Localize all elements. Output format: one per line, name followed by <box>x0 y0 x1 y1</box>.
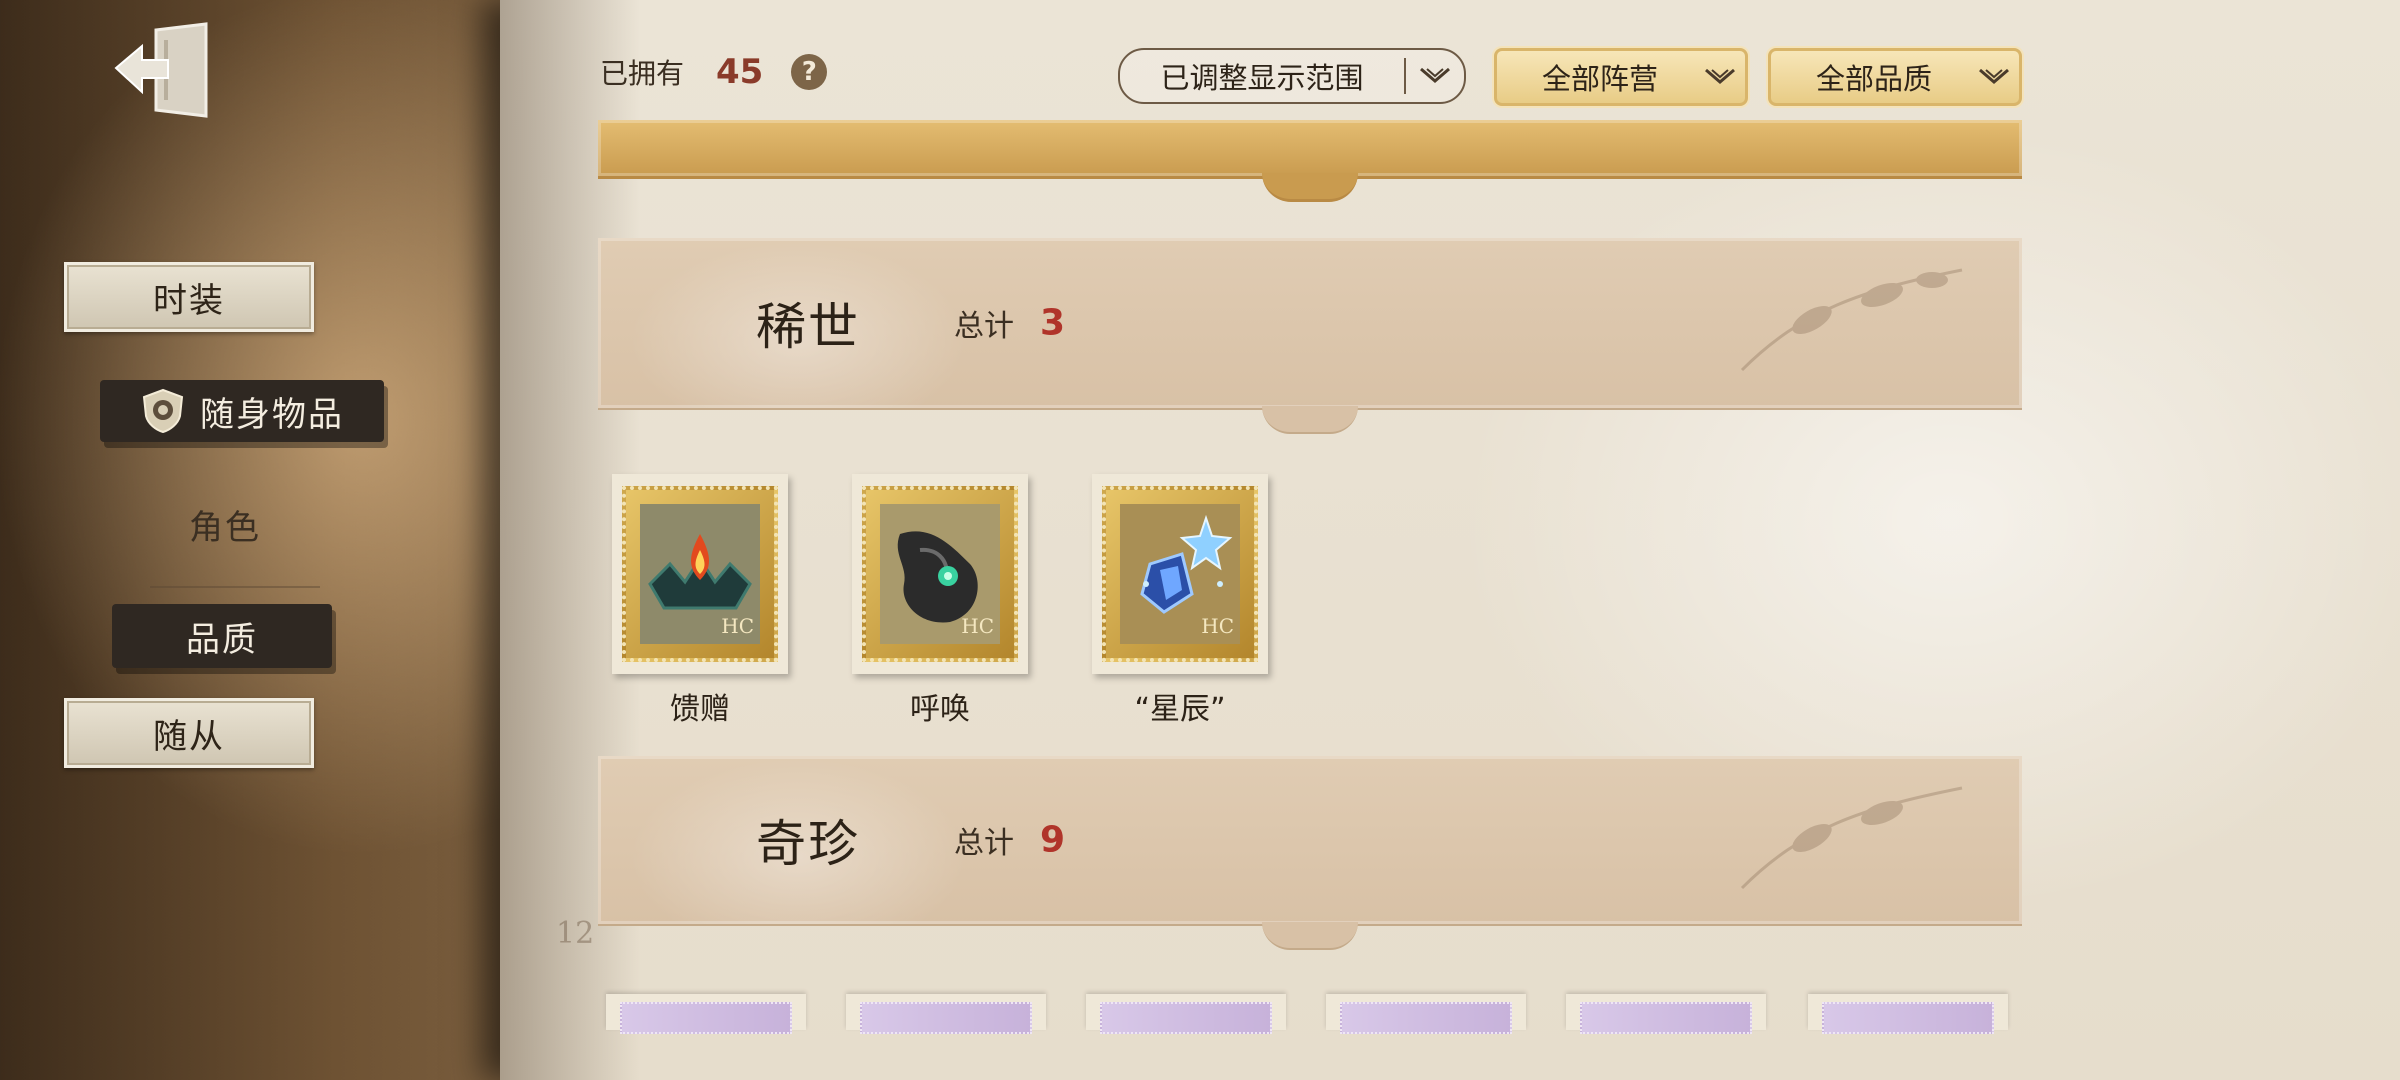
nav-item-accessories[interactable]: 随身物品 <box>100 380 384 442</box>
item-card-partial[interactable] <box>1326 994 1526 1034</box>
help-icon[interactable]: ? <box>791 54 828 90</box>
item-card-star[interactable]: HC “星辰” <box>1080 474 1280 728</box>
nav-item-follower[interactable]: 随从 <box>64 698 314 768</box>
nav-item-label: 随身物品 <box>200 394 344 435</box>
category-title: 奇珍 <box>756 815 860 873</box>
item-name: 呼唤 <box>910 692 970 727</box>
nav-divider <box>150 586 320 588</box>
chevron-down-icon <box>1969 51 2019 103</box>
owned-summary: 已拥有 45 ? <box>600 52 828 92</box>
item-card-partial[interactable] <box>1086 994 1286 1034</box>
category-total-label: 总计 <box>954 826 1014 861</box>
dropdown-label: 已调整显示范围 <box>1160 61 1364 95</box>
quality-filter-dropdown[interactable]: 全部品质 <box>1768 48 2022 106</box>
item-card-partial[interactable] <box>1808 994 2008 1034</box>
item-name: “星辰” <box>1134 692 1226 727</box>
shield-icon <box>142 388 184 434</box>
display-range-dropdown[interactable]: 已调整显示范围 <box>1118 48 1466 104</box>
category-banner-rare: 稀世 总计 3 <box>598 238 2022 434</box>
nav-item-quality[interactable]: 品质 <box>112 604 332 668</box>
floral-decoration-icon <box>1740 268 1963 372</box>
category-total-label: 总计 <box>954 309 1014 344</box>
item-card-summon[interactable]: HC 呼唤 <box>840 474 1040 728</box>
category-total-count: 9 <box>1040 819 1066 861</box>
nav-item-label: 品质 <box>186 619 258 660</box>
category-title: 稀世 <box>756 298 860 356</box>
item-tag: HC <box>1201 614 1234 638</box>
exit-icon[interactable] <box>108 16 216 124</box>
item-card-partial[interactable] <box>846 994 1046 1034</box>
page-number: 12 <box>556 916 595 951</box>
item-card-partial[interactable] <box>1566 994 1766 1034</box>
owned-label: 已拥有 <box>600 57 685 90</box>
nav-item-label: 随从 <box>153 716 225 757</box>
item-card-partial[interactable] <box>606 994 806 1034</box>
item-stamp: HC <box>612 474 788 674</box>
category-banner-partial <box>598 120 2022 202</box>
nav-item-character[interactable]: 角色 <box>130 496 320 552</box>
owned-count: 45 <box>716 52 764 92</box>
nav-item-label: 时装 <box>153 280 225 321</box>
item-name: 馈赠 <box>670 692 730 727</box>
faction-filter-dropdown[interactable]: 全部阵营 <box>1494 48 1748 106</box>
category-banner-treasure: 奇珍 总计 9 <box>598 756 2022 950</box>
dropdown-label: 全部阵营 <box>1541 62 1658 96</box>
item-card-gift[interactable]: HC 馈赠 <box>600 474 800 728</box>
item-stamp: HC <box>1092 474 1268 674</box>
item-tag: HC <box>961 614 994 638</box>
chevron-down-icon <box>1695 51 1745 103</box>
floral-decoration-icon <box>1740 786 1963 890</box>
chevron-down-icon <box>1406 50 1464 102</box>
nav-item-fashion[interactable]: 时装 <box>64 262 314 332</box>
dropdown-label: 全部品质 <box>1815 62 1932 96</box>
nav-item-label: 角色 <box>189 507 261 548</box>
item-tag: HC <box>721 614 754 638</box>
item-stamp: HC <box>852 474 1028 674</box>
category-total-count: 3 <box>1040 302 1066 344</box>
